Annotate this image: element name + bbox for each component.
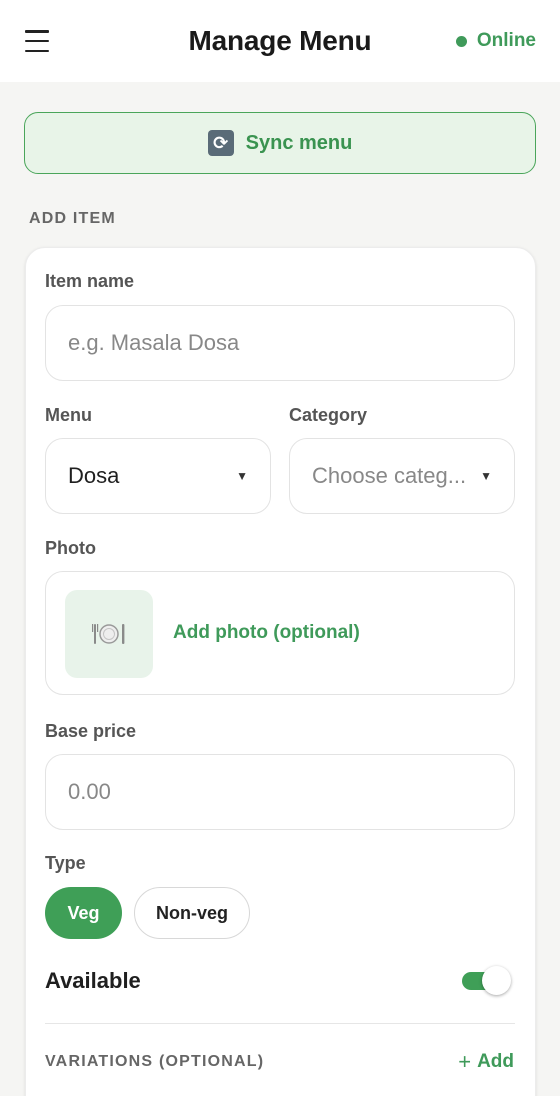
menu-select-value: Dosa [68, 463, 120, 488]
online-status: Online [455, 30, 536, 52]
plus-icon: + [458, 1049, 472, 1074]
hamburger-menu-icon[interactable] [25, 30, 49, 52]
page-title: Manage Menu [188, 25, 372, 56]
base-price-label: Base price [45, 721, 137, 741]
category-select[interactable]: Choose categ... ▼ [289, 438, 515, 514]
type-veg-chip[interactable]: Veg [45, 887, 122, 939]
plate-icon [65, 590, 153, 678]
divider [45, 1023, 515, 1024]
variations-section-label: VARIATIONS (OPTIONAL) [45, 1053, 265, 1070]
type-nonveg-chip[interactable]: Non-veg [134, 887, 250, 939]
sync-menu-label: Sync menu [245, 131, 353, 154]
base-price-input[interactable]: 0.00 [45, 754, 515, 830]
menu-select[interactable]: Dosa ▼ [45, 438, 271, 514]
type-label: Type [45, 853, 86, 873]
item-name-input[interactable]: e.g. Masala Dosa [45, 305, 515, 381]
category-select-placeholder: Choose categ... [312, 463, 467, 488]
category-label: Category [289, 405, 368, 425]
add-photo-button[interactable]: Add photo (optional) [45, 571, 515, 695]
status-label: Online [476, 30, 536, 51]
base-price-placeholder: 0.00 [68, 779, 111, 804]
item-name-placeholder: e.g. Masala Dosa [68, 330, 240, 355]
photo-label: Photo [45, 538, 96, 558]
status-dot-icon [455, 35, 467, 47]
available-toggle[interactable] [462, 966, 511, 996]
toggle-knob [482, 966, 511, 995]
add-item-section-label: ADD ITEM [29, 210, 116, 227]
add-variation-label: Add [477, 1051, 514, 1072]
sync-icon: ⟳ [207, 130, 234, 156]
add-photo-label: Add photo (optional) [173, 622, 360, 643]
menu-label: Menu [45, 405, 92, 425]
dropdown-arrow-icon: ▼ [236, 469, 248, 483]
app-header: Manage Menu Online [0, 0, 560, 82]
sync-menu-button[interactable]: ⟳ Sync menu [24, 112, 536, 174]
available-label: Available [45, 968, 141, 993]
add-variation-button[interactable]: + Add [458, 1051, 514, 1073]
dropdown-arrow-icon: ▼ [480, 469, 492, 483]
item-name-label: Item name [45, 271, 135, 291]
